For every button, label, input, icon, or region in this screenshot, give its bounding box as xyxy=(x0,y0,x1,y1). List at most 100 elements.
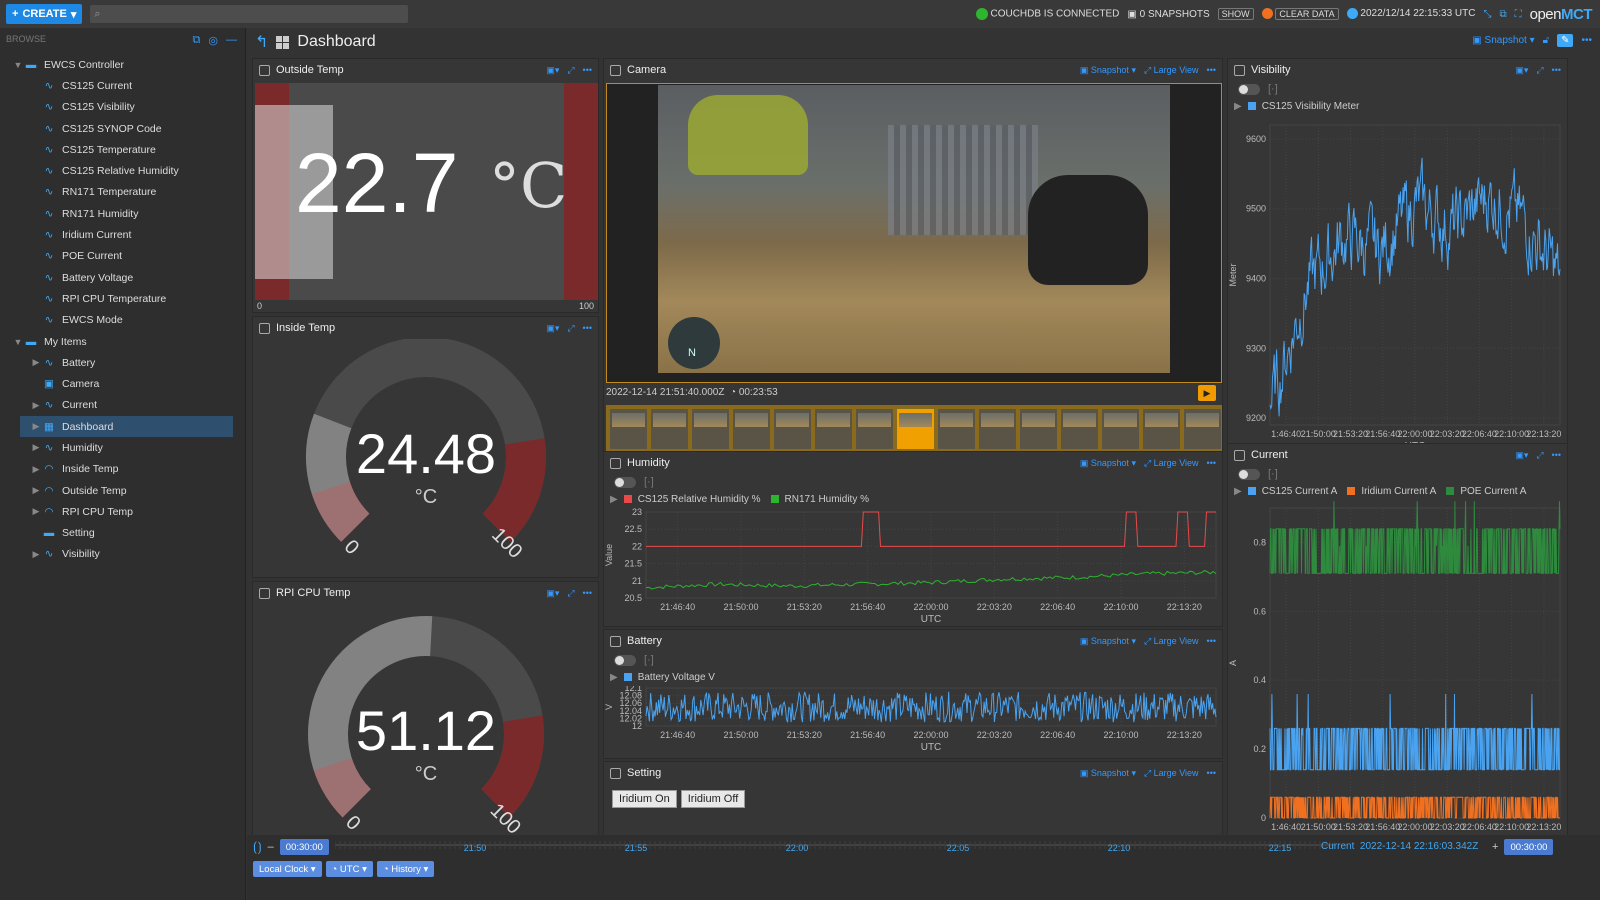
snapshot-button[interactable]: ▣ Snapshot ▾ xyxy=(1472,35,1534,46)
iridium-off-button[interactable]: Iridium Off xyxy=(680,790,746,808)
more-icon[interactable]: ••• xyxy=(583,588,592,598)
sidebar-item-battery-voltage[interactable]: ∿ Battery Voltage xyxy=(0,267,245,288)
camera-icon[interactable]: ▣▾ xyxy=(546,65,559,76)
show-snapshots-button[interactable]: SHOW xyxy=(1217,8,1254,20)
iridium-on-button[interactable]: Iridium On xyxy=(612,790,677,808)
thumbnail[interactable] xyxy=(856,409,893,449)
thumbnail[interactable] xyxy=(651,409,688,449)
more-icon[interactable]: ••• xyxy=(1552,450,1561,460)
sidebar-item-humidity[interactable]: ▶ ∿ Humidity xyxy=(0,437,245,458)
camera-icon[interactable]: ▣▾ xyxy=(546,588,559,599)
snapshot-button[interactable]: ▣ Snapshot ▾ xyxy=(1080,768,1136,779)
settings-icon[interactable]: ◎ xyxy=(208,34,218,47)
thumbnail[interactable] xyxy=(979,409,1016,449)
large-view-button[interactable]: ⤢ Large View xyxy=(1144,458,1199,469)
chevron-right-icon[interactable]: ▶ xyxy=(30,506,42,517)
thumbnail[interactable] xyxy=(897,409,934,449)
sidebar-item-iridium-current[interactable]: ∿ Iridium Current xyxy=(0,224,245,245)
snapshot-button[interactable]: ▣ Snapshot ▾ xyxy=(1080,65,1136,76)
sidebar-item-cs125-visibility[interactable]: ∿ CS125 Visibility xyxy=(0,97,245,118)
humidity-plot[interactable]: 23 22.5 22 21.5 21 20.5 21:46:40 21:50:00 21:53:… xyxy=(604,507,1223,627)
expand-legend-icon[interactable]: ▶ xyxy=(610,494,618,505)
more-icon[interactable]: ••• xyxy=(1552,65,1561,75)
cursor-toggle[interactable] xyxy=(614,654,636,666)
chevron-down-icon[interactable]: ▼ xyxy=(12,60,24,70)
chevron-right-icon[interactable]: ▶ xyxy=(30,400,42,411)
thumbnail[interactable] xyxy=(733,409,770,449)
snapshot-button[interactable]: ▣ Snapshot ▾ xyxy=(1080,636,1136,647)
thumbnail[interactable] xyxy=(815,409,852,449)
thumbnail[interactable] xyxy=(1102,409,1139,449)
new-window-icon[interactable]: ⧉ xyxy=(1499,9,1506,20)
fullscreen-icon[interactable]: ⛶ xyxy=(1515,9,1522,20)
sidebar-item-rpi-cpu-temp[interactable]: ▶ ◠ RPI CPU Temp xyxy=(0,501,245,522)
chevron-right-icon[interactable]: ▶ xyxy=(30,442,42,453)
expand-icon[interactable]: ⤢ xyxy=(567,323,574,334)
expand-legend-icon[interactable]: ▶ xyxy=(1234,486,1242,497)
expand-legend-icon[interactable]: ▶ xyxy=(610,672,618,683)
sidebar-item-cs125-relative-humidity[interactable]: ∿ CS125 Relative Humidity xyxy=(0,160,245,181)
chevron-right-icon[interactable]: ▶ xyxy=(30,549,42,560)
clear-data-button[interactable]: CLEAR DATA xyxy=(1261,7,1339,20)
collapse-sidebar-icon[interactable]: — xyxy=(226,34,237,47)
bracket-icon[interactable]: [·] xyxy=(1268,83,1278,95)
thumbnail[interactable] xyxy=(774,409,811,449)
sidebar-item-current[interactable]: ▶ ∿ Current xyxy=(0,395,245,416)
visibility-plot[interactable]: 9600 9500 9400 9300 9200 1:46:40 21:50:0021:53… xyxy=(1228,115,1568,473)
chevron-right-icon[interactable]: ▶ xyxy=(30,485,42,496)
clock-select[interactable]: Local Clock ▾ xyxy=(253,861,322,877)
sidebar-item-inside-temp[interactable]: ▶ ◠ Inside Temp xyxy=(0,459,245,480)
sidebar-item-cs125-current[interactable]: ∿ CS125 Current xyxy=(0,75,245,96)
thumbnail[interactable] xyxy=(1184,409,1221,449)
expand-icon[interactable]: ⤢ xyxy=(567,588,574,599)
end-offset-input[interactable]: 00:30:00 xyxy=(1504,839,1554,855)
cursor-toggle[interactable] xyxy=(614,476,636,488)
sidebar-item-dashboard[interactable]: ▶ ▦ Dashboard xyxy=(20,416,233,438)
chevron-right-icon[interactable]: ▶ xyxy=(30,357,42,368)
sidebar-item-ewcs-controller[interactable]: ▼ ▬ EWCS Controller xyxy=(0,54,245,75)
more-icon[interactable]: ••• xyxy=(1207,65,1216,75)
sidebar-item-poe-current[interactable]: ∿ POE Current xyxy=(0,246,245,267)
mode-select[interactable]: ◔ History ▾ xyxy=(376,861,435,877)
sidebar-item-camera[interactable]: ▣ Camera xyxy=(0,373,245,394)
new-tab-icon[interactable]: ⧉ xyxy=(193,34,201,47)
lock-icon[interactable]: 🔓︎ xyxy=(1543,35,1549,46)
bracket-icon[interactable]: [·] xyxy=(644,476,654,488)
start-offset-input[interactable]: 00:30:00 xyxy=(279,839,329,855)
thumbnail[interactable] xyxy=(692,409,729,449)
more-icon[interactable]: ••• xyxy=(1207,768,1216,778)
timezone-select[interactable]: ◔ UTC ▾ xyxy=(325,861,373,877)
large-view-button[interactable]: ⤢ Large View xyxy=(1144,768,1199,779)
search-input[interactable]: ⌕ xyxy=(90,5,409,23)
sidebar-item-cs125-synop-code[interactable]: ∿ CS125 SYNOP Code xyxy=(0,118,245,139)
bracket-icon[interactable]: [·] xyxy=(644,654,654,666)
expand-icon[interactable]: ⤢ xyxy=(567,65,574,76)
camera-icon[interactable]: ▣▾ xyxy=(1515,450,1528,461)
cursor-toggle[interactable] xyxy=(1238,83,1260,95)
bracket-icon[interactable]: [·] xyxy=(1268,468,1278,480)
thumbnail[interactable] xyxy=(1020,409,1057,449)
more-icon[interactable]: ••• xyxy=(1581,35,1592,46)
large-view-button[interactable]: ⤢ Large View xyxy=(1144,636,1199,647)
thumbnail[interactable] xyxy=(1143,409,1180,449)
more-icon[interactable]: ••• xyxy=(583,323,592,333)
chevron-right-icon[interactable]: ▶ xyxy=(30,464,42,475)
expand-icon[interactable]: ⤢ xyxy=(1536,450,1543,461)
sidebar-item-visibility[interactable]: ▶ ∿ Visibility xyxy=(0,544,245,565)
expand-legend-icon[interactable]: ▶ xyxy=(1234,101,1242,112)
sidebar-item-rpi-cpu-temperature[interactable]: ∿ RPI CPU Temperature xyxy=(0,288,245,309)
back-icon[interactable]: ↰ xyxy=(255,32,268,52)
sidebar-item-battery[interactable]: ▶ ∿ Battery xyxy=(0,352,245,373)
play-button[interactable]: ▶ xyxy=(1198,385,1216,401)
large-view-button[interactable]: ⤢ Large View xyxy=(1144,65,1199,76)
camera-icon[interactable]: ▣▾ xyxy=(546,323,559,334)
thumbnail[interactable] xyxy=(610,409,647,449)
sidebar-item-ewcs-mode[interactable]: ∿ EWCS Mode xyxy=(0,310,245,331)
more-icon[interactable]: ••• xyxy=(1207,636,1216,646)
collapse-icon[interactable]: ⤡ xyxy=(1483,9,1491,20)
chevron-right-icon[interactable]: ▶ xyxy=(30,421,42,432)
sidebar-item-rn171-humidity[interactable]: ∿ RN171 Humidity xyxy=(0,203,245,224)
chevron-down-icon[interactable]: ▼ xyxy=(12,337,24,347)
more-icon[interactable]: ••• xyxy=(1207,458,1216,468)
create-button[interactable]: + CREATE ▾ xyxy=(6,4,83,24)
